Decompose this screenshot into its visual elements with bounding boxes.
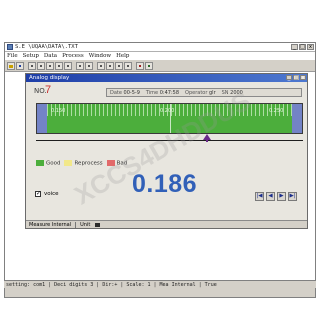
value-pointer-stem bbox=[205, 139, 208, 142]
gauge-tick-center: 0.200 bbox=[160, 108, 175, 114]
sn-label: SN bbox=[221, 89, 229, 96]
reprocess-swatch bbox=[64, 160, 73, 166]
menu-bar: File Setup Data Process Window Help bbox=[5, 52, 315, 60]
menu-setup[interactable]: Setup bbox=[23, 53, 39, 59]
legend-reprocess-label: Reprocess bbox=[74, 160, 103, 167]
legend-good: Good bbox=[36, 160, 60, 167]
legend-bad: Bad bbox=[106, 160, 128, 167]
measure-internal-label: Measure Internal bbox=[29, 221, 72, 228]
measured-value: 0.186 bbox=[132, 170, 198, 198]
maximize-button[interactable]: □ bbox=[299, 44, 306, 50]
unit-indicator bbox=[95, 222, 101, 227]
legend-reprocess: Reprocess bbox=[64, 160, 103, 167]
analog-window-controls: _ □ x bbox=[286, 75, 306, 81]
time-value: 0:47:58 bbox=[159, 89, 180, 96]
gauge-bar: 0.150 0.200 0.250 bbox=[36, 103, 303, 134]
time-label: Time bbox=[145, 89, 159, 96]
menu-help[interactable]: Help bbox=[116, 53, 129, 59]
gauge-high-zone bbox=[292, 104, 302, 133]
date-value: 00-5-9 bbox=[123, 89, 140, 96]
analog-title-bar: Analog display _ □ x bbox=[26, 74, 307, 82]
analog-display-window: Analog display _ □ x NO. 7 Date 00-5-9 T… bbox=[25, 73, 308, 229]
prev-record-button[interactable]: ◀ bbox=[266, 192, 275, 201]
context-help-icon[interactable] bbox=[85, 61, 93, 70]
tool-icon-5[interactable] bbox=[64, 61, 72, 70]
window-controls: _ □ x bbox=[291, 44, 314, 50]
operator-value: glr bbox=[209, 89, 216, 96]
open-icon[interactable] bbox=[7, 61, 15, 70]
gauge-tick-left: 0.150 bbox=[51, 108, 66, 114]
last-record-button[interactable]: ▶| bbox=[288, 192, 297, 201]
analog-minimize-button[interactable]: _ bbox=[286, 75, 292, 81]
info-bar: Date 00-5-9 Time 0:47:58 Operator glr SN… bbox=[106, 88, 302, 97]
tool-icon-8[interactable] bbox=[115, 61, 123, 70]
next-record-button[interactable]: ▶ bbox=[277, 192, 286, 201]
tool-icon-6[interactable] bbox=[97, 61, 105, 70]
unit-label: Unit bbox=[80, 221, 91, 228]
tool-icon-4[interactable] bbox=[55, 61, 63, 70]
tool-icon-1[interactable] bbox=[28, 61, 36, 70]
menu-window[interactable]: Window bbox=[89, 53, 111, 59]
pointer-track bbox=[36, 140, 303, 141]
tool-icon-3[interactable] bbox=[46, 61, 54, 70]
close-button[interactable]: x bbox=[307, 44, 314, 50]
legend: Good Reprocess Bad bbox=[36, 160, 127, 167]
window-title: S.E \UQAA\DATA\.TXT bbox=[15, 44, 78, 50]
toolbar bbox=[5, 60, 315, 72]
operator-label: Operator bbox=[185, 89, 208, 96]
status-bar: setting: com1 | Deci digits 3 | Dir:+ | … bbox=[4, 280, 316, 288]
analog-close-button[interactable]: x bbox=[300, 75, 306, 81]
app-icon bbox=[7, 44, 13, 50]
minimize-button[interactable]: _ bbox=[291, 44, 298, 50]
voice-checkbox[interactable] bbox=[35, 190, 41, 197]
save-icon[interactable] bbox=[16, 61, 24, 70]
tool-icon-9[interactable] bbox=[124, 61, 132, 70]
voice-label: voice bbox=[44, 191, 59, 197]
help-icon[interactable] bbox=[76, 61, 84, 70]
bad-swatch bbox=[106, 160, 115, 166]
gauge-low-zone bbox=[37, 104, 47, 133]
good-swatch bbox=[36, 160, 44, 166]
divider bbox=[75, 221, 77, 228]
chart-icon[interactable] bbox=[136, 61, 144, 70]
title-bar: S.E \UQAA\DATA\.TXT _ □ x bbox=[5, 43, 315, 52]
date-label: Date bbox=[110, 89, 122, 96]
gauge-tick-right: 0.250 bbox=[269, 108, 284, 114]
menu-process[interactable]: Process bbox=[62, 53, 84, 59]
analog-title: Analog display bbox=[29, 75, 70, 81]
print-icon[interactable] bbox=[145, 61, 153, 70]
legend-bad-label: Bad bbox=[116, 160, 128, 167]
no-value: 7 bbox=[45, 84, 52, 96]
analog-bottom-bar: Measure Internal Unit bbox=[26, 220, 307, 228]
first-record-button[interactable]: |◀ bbox=[255, 192, 264, 201]
voice-option[interactable]: voice bbox=[35, 190, 59, 197]
tool-icon-7[interactable] bbox=[106, 61, 114, 70]
menu-data[interactable]: Data bbox=[44, 53, 57, 59]
menu-file[interactable]: File bbox=[7, 53, 18, 59]
tool-icon-2[interactable] bbox=[37, 61, 45, 70]
sn-value: 2000 bbox=[230, 89, 243, 96]
legend-good-label: Good bbox=[46, 160, 61, 167]
record-navigation: |◀ ◀ ▶ ▶| bbox=[255, 192, 297, 201]
analog-maximize-button[interactable]: □ bbox=[293, 75, 299, 81]
